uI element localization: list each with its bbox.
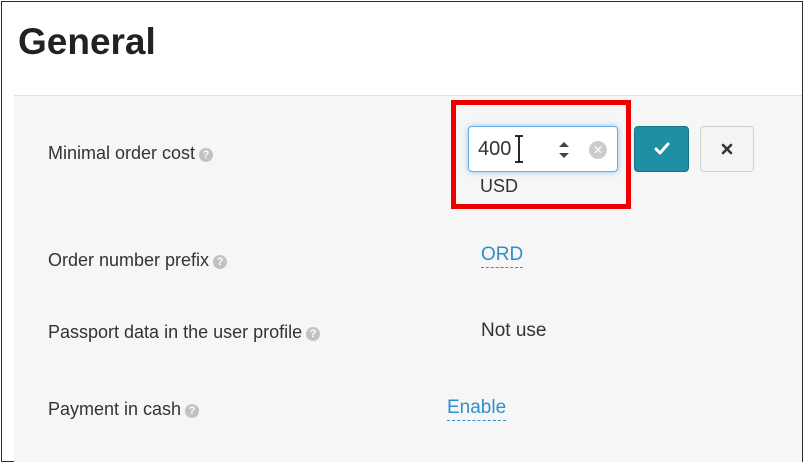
page-title: General (18, 21, 156, 62)
close-x-icon (721, 143, 733, 155)
highlight-annotation-box (451, 100, 631, 209)
setting-label-passport-data: Passport data in the user profile? (48, 322, 321, 343)
cancel-button[interactable] (700, 126, 754, 172)
payment-in-cash-value[interactable]: Enable (447, 397, 507, 421)
help-question-icon[interactable]: ? (213, 255, 228, 269)
setting-label-minimal-order-cost: Minimal order cost? (48, 143, 214, 164)
setting-label-order-number-prefix: Order number prefix? (48, 250, 228, 271)
confirm-button[interactable] (634, 126, 689, 172)
setting-label-payment-in-cash: Payment in cash? (48, 399, 200, 420)
help-question-icon[interactable]: ? (306, 327, 321, 341)
setting-label-text: Passport data in the user profile (48, 322, 303, 342)
setting-label-text: Payment in cash (48, 399, 182, 419)
setting-label-text: Minimal order cost (48, 143, 196, 163)
passport-data-value: Not use (481, 320, 547, 341)
checkmark-icon (654, 142, 669, 155)
order-number-prefix-value[interactable]: ORD (481, 244, 524, 268)
help-question-icon[interactable]: ? (185, 404, 200, 418)
help-question-icon[interactable]: ? (199, 148, 214, 162)
setting-label-text: Order number prefix (48, 250, 210, 270)
